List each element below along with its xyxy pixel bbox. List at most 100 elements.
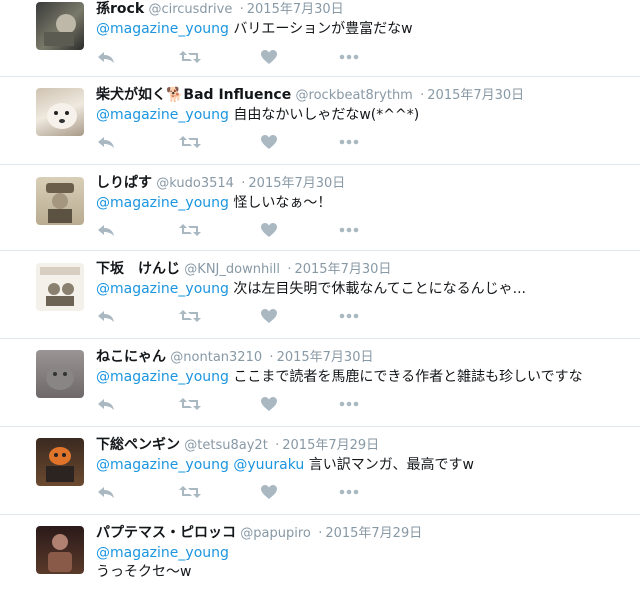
user-name[interactable]: しりぱす [96, 175, 152, 191]
tweet-timeline: 孫rock @circusdrive · 2015年7月30日 @magazine… [0, 0, 640, 598]
mention-link[interactable]: @magazine_young [96, 544, 632, 563]
heart-icon [261, 309, 277, 323]
reply-icon [98, 487, 114, 498]
retweet-button[interactable] [179, 48, 201, 66]
separator-dot: · [287, 262, 292, 277]
reply-icon [98, 137, 114, 148]
user-handle[interactable]: @nontan3210 [170, 350, 262, 365]
timestamp[interactable]: 2015年7月29日 [282, 438, 379, 453]
tweet-body: 言い訳マンガ、最高ですw [308, 457, 474, 473]
more-button[interactable] [338, 221, 360, 239]
reply-icon [98, 225, 114, 236]
tweet-actions [95, 307, 360, 325]
separator-dot: · [241, 176, 246, 191]
more-dots-icon [339, 401, 359, 407]
retweet-button[interactable] [179, 395, 201, 413]
user-handle[interactable]: @papupiro [240, 526, 311, 541]
like-button[interactable] [258, 483, 280, 501]
reply-button[interactable] [95, 48, 117, 66]
reply-button[interactable] [95, 221, 117, 239]
avatar[interactable] [36, 2, 84, 50]
tweet: 下坂 けんじ @KNJ_downhill · 2015年7月30日 @magazi… [0, 251, 640, 339]
retweet-button[interactable] [179, 133, 201, 151]
separator-dot: · [275, 438, 280, 453]
tweet-text: @magazine_young 怪しいなぁ～！ [96, 194, 632, 213]
like-button[interactable] [258, 395, 280, 413]
timestamp[interactable]: 2015年7月30日 [277, 350, 374, 365]
tweet-body: うっそクセ〜w [96, 564, 192, 580]
timestamp[interactable]: 2015年7月30日 [248, 176, 345, 191]
like-button[interactable] [258, 48, 280, 66]
more-button[interactable] [338, 307, 360, 325]
user-name[interactable]: 柴犬が如く🐕Bad Influence [96, 87, 291, 103]
more-dots-icon [339, 54, 359, 60]
more-button[interactable] [338, 48, 360, 66]
user-name[interactable]: ねこにゃん [96, 349, 166, 365]
reply-button[interactable] [95, 307, 117, 325]
mention-link[interactable]: @magazine_young [96, 457, 229, 473]
heart-icon [261, 397, 277, 411]
avatar[interactable] [36, 177, 84, 225]
more-button[interactable] [338, 395, 360, 413]
retweet-icon [179, 51, 201, 63]
user-handle[interactable]: @tetsu8ay2t [184, 438, 268, 453]
tweet-header: しりぱす @kudo3514 · 2015年7月30日 [96, 174, 632, 193]
tweet-header: 柴犬が如く🐕Bad Influence @rockbeat8rythm · 201… [96, 86, 632, 105]
user-name[interactable]: 孫rock [96, 1, 144, 17]
tweet: 下総ペンギン @tetsu8ay2t · 2015年7月29日 @magazine… [0, 427, 640, 515]
heart-icon [261, 50, 277, 64]
user-name[interactable]: パプテマス・ピロッコ [96, 525, 236, 541]
tweet-body: 怪しいなぁ～！ [233, 195, 332, 211]
tweet-body: ここまで読者を馬鹿にできる作者と雑誌も珍しいですな [233, 369, 583, 385]
timestamp[interactable]: 2015年7月29日 [325, 526, 422, 541]
retweet-button[interactable] [179, 307, 201, 325]
timestamp[interactable]: 2015年7月30日 [427, 88, 524, 103]
mention-link[interactable]: @magazine_young [96, 369, 229, 385]
like-button[interactable] [258, 221, 280, 239]
heart-icon [261, 485, 277, 499]
drawing-avatar-icon [40, 267, 80, 306]
user-handle[interactable]: @kudo3514 [156, 176, 234, 191]
more-button[interactable] [338, 133, 360, 151]
user-handle[interactable]: @circusdrive [148, 2, 232, 17]
avatar[interactable] [36, 263, 84, 311]
reply-icon [98, 52, 114, 63]
tweet-actions [95, 133, 360, 151]
avatar[interactable] [36, 526, 84, 574]
reply-button[interactable] [95, 483, 117, 501]
like-button[interactable] [258, 307, 280, 325]
tweet-text: @magazine_young バリエーションが豊富だなw [96, 20, 632, 39]
mention-link[interactable]: @magazine_young [96, 107, 229, 123]
reply-button[interactable] [95, 395, 117, 413]
photo-avatar-icon [46, 366, 74, 390]
tweet: パプテマス・ピロッコ @papupiro · 2015年7月29日 @magazi… [0, 515, 640, 598]
avatar[interactable] [36, 88, 84, 136]
timestamp[interactable]: 2015年7月30日 [294, 262, 391, 277]
retweet-icon [179, 398, 201, 410]
avatar[interactable] [36, 350, 84, 398]
more-dots-icon [339, 313, 359, 319]
timestamp[interactable]: 2015年7月30日 [247, 2, 344, 17]
tweet-actions [95, 395, 360, 413]
user-handle[interactable]: @rockbeat8rythm [296, 88, 413, 103]
separator-dot: · [318, 526, 323, 541]
tweet-actions [95, 48, 360, 66]
tweet-header: パプテマス・ピロッコ @papupiro · 2015年7月29日 [96, 524, 632, 543]
user-handle[interactable]: @KNJ_downhill [184, 262, 280, 277]
retweet-icon [179, 136, 201, 148]
tweet-header: 下総ペンギン @tetsu8ay2t · 2015年7月29日 [96, 436, 632, 455]
mention-link[interactable]: @yuuraku [233, 457, 304, 473]
user-name[interactable]: 下総ペンギン [96, 437, 180, 453]
reply-icon [98, 311, 114, 322]
mention-link[interactable]: @magazine_young [96, 281, 229, 297]
tweet: しりぱす @kudo3514 · 2015年7月30日 @magazine_you… [0, 165, 640, 251]
mention-link[interactable]: @magazine_young [96, 195, 229, 211]
like-button[interactable] [258, 133, 280, 151]
mention-link[interactable]: @magazine_young [96, 21, 229, 37]
retweet-button[interactable] [179, 483, 201, 501]
avatar[interactable] [36, 438, 84, 486]
more-button[interactable] [338, 483, 360, 501]
reply-button[interactable] [95, 133, 117, 151]
user-name[interactable]: 下坂 けんじ [96, 261, 180, 277]
retweet-button[interactable] [179, 221, 201, 239]
